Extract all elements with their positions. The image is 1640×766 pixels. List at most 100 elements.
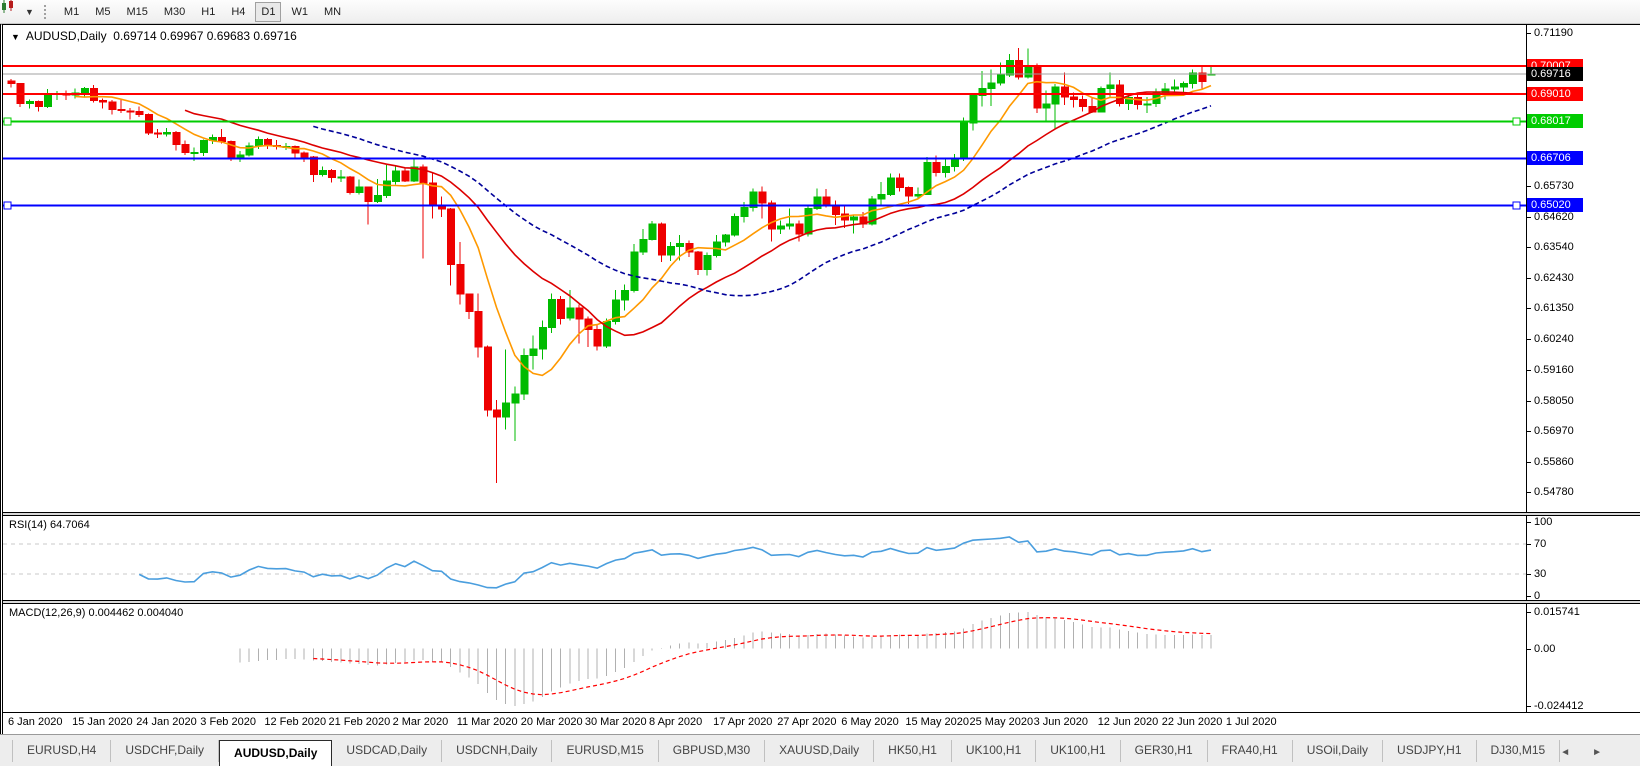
axis-tick-mark [1527,308,1531,310]
axis-tick-mark [1527,522,1531,523]
hline-handle[interactable] [3,201,12,210]
price-pane: ▼ AUDUSD,Daily 0.69714 0.69967 0.69683 0.… [3,25,1640,513]
macd-tick-label: 0.00 [1534,642,1556,655]
rsi-canvas [3,536,1526,589]
rsi-tick-label: 100 [1534,516,1553,528]
chart-tab-usdcad-daily[interactable]: USDCAD,Daily [332,740,443,762]
price-tick-label: 0.59160 [1534,363,1574,376]
axis-tick-mark [1527,596,1531,597]
chart-type-dropdown-icon[interactable]: ▼ [25,7,34,17]
rsi-plot[interactable]: RSI(14) 64.7064 [3,516,1526,600]
chart-tab-ger30-h1[interactable]: GER30,H1 [1121,740,1208,762]
hline-price-label: 0.69010 [1527,86,1583,101]
axis-tick-mark [1527,461,1531,463]
axis-tick-mark [1527,339,1531,341]
date-tick-label: 12 Feb 2020 [264,716,327,728]
chart-tab-uk100-h1[interactable]: UK100,H1 [952,740,1037,762]
chart-tab-audusd-daily[interactable]: AUDUSD,Daily [219,740,333,766]
date-tick-label: 25 May 2020 [969,716,1034,728]
date-tick-label: 21 Feb 2020 [328,716,391,728]
date-axis[interactable]: 6 Jan 2020 15 Jan 2020 24 Jan 2020 3 Feb 20… [3,713,1640,733]
hline-handle[interactable] [1512,201,1521,210]
chart-tab-uk100-h1[interactable]: UK100,H1 [1036,740,1121,762]
price-tick-label: 0.60240 [1534,333,1574,346]
date-tick-label: 24 Jan 2020 [136,716,197,728]
axis-tick-mark [1527,544,1531,546]
chart-tab-eurusd-h4[interactable]: EURUSD,H4 [12,740,112,762]
date-tick-label: 6 May 2020 [841,716,899,728]
toolbar-grip-handle[interactable] [42,3,48,20]
axis-tick-mark [1527,216,1531,218]
macd-canvas [239,612,1212,706]
hline-handle[interactable] [1512,117,1521,126]
chart-type-icon[interactable] [2,0,24,22]
timeframe-button-w1[interactable]: W1 [285,2,314,22]
chart-symbol-label: AUDUSD,Daily [25,29,107,43]
price-tick-label: 0.65730 [1534,179,1574,192]
candles-canvas [3,48,1526,483]
chart-window: ▼ AUDUSD,Daily 0.69714 0.69967 0.69683 0.… [0,24,1640,734]
chart-tab-eurusd-m15[interactable]: EURUSD,M15 [552,740,659,762]
chart-tab-usdchf-daily[interactable]: USDCHF,Daily [111,740,220,762]
chart-menu-icon[interactable]: ▼ [11,32,20,42]
timeframe-button-d1[interactable]: D1 [255,1,282,22]
rsi-pane: RSI(14) 64.7064 100 70 30 0 [3,515,1640,602]
chart-tab-usoil-daily[interactable]: USOil,Daily [1293,740,1384,762]
chart-tab-gbpusd-m30[interactable]: GBPUSD,M30 [659,740,766,762]
timeframe-button-m5[interactable]: M5 [89,2,116,22]
chart-tab-dj30-m15[interactable]: DJ30,M15 [1477,740,1561,762]
axis-tick-mark [1527,648,1531,650]
rsi-label: RSI(14) 64.7064 [9,519,90,531]
hline-price-label: 0.68017 [1527,114,1583,129]
chart-tabs: EURUSD,H4 USDCHF,Daily AUDUSD,Daily USDCAD,… [12,740,1561,766]
timeframe-button-m15[interactable]: M15 [120,2,153,22]
axis-tick-mark [1527,492,1531,493]
macd-tick-label: -0.024412 [1534,700,1584,712]
date-tick-label: 6 Jan 2020 [8,716,63,728]
timeframe-button-h1[interactable]: H1 [195,2,221,22]
axis-tick-mark [1527,185,1531,187]
macd-pane: MACD(12,26,9) 0.004462 0.004040 0.015741… [3,603,1640,713]
chart-tab-hk50-h1[interactable]: HK50,H1 [874,740,952,762]
price-tick-label: 0.71190 [1534,27,1573,39]
tab-scroll-left-icon[interactable]: ◄ [1560,748,1570,758]
chart-title: ▼ AUDUSD,Daily 0.69714 0.69967 0.69683 0.… [11,29,297,43]
date-tick-label: 27 Apr 2020 [777,716,837,728]
date-tick-label: 11 Mar 2020 [456,716,518,728]
timeframe-button-m1[interactable]: M1 [58,2,85,22]
timeframe-button-h4[interactable]: H4 [225,2,251,22]
date-tick-label: 12 Jun 2020 [1097,716,1159,728]
chart-tab-usdcnh-daily[interactable]: USDCNH,Daily [442,740,553,762]
date-tick-label: 8 Apr 2020 [649,716,703,728]
macd-label: MACD(12,26,9) 0.004462 0.004040 [9,607,184,619]
timeframe-button-mn[interactable]: MN [318,2,347,22]
axis-tick-mark [1527,278,1531,279]
chart-tab-xauusd-daily[interactable]: XAUUSD,Daily [765,740,875,762]
timeframe-button-m30[interactable]: M30 [158,2,191,22]
rsi-axis[interactable]: 100 70 30 0 [1526,516,1640,602]
chart-tab-usdjpy-h1[interactable]: USDJPY,H1 [1383,740,1477,762]
axis-tick-mark [1527,612,1531,613]
chart-tab-fra40-h1[interactable]: FRA40,H1 [1208,740,1293,762]
macd-axis[interactable]: 0.015741 0.00 -0.024412 [1526,604,1640,712]
price-chart-plot[interactable]: ▼ AUDUSD,Daily 0.69714 0.69967 0.69683 0.… [3,25,1526,512]
axis-tick-mark [1527,369,1531,371]
date-tick-label: 15 May 2020 [905,716,969,728]
hline-handle[interactable] [3,117,12,126]
price-axis[interactable]: 0.711900.679200.657300.646200.635400.624… [1526,25,1640,512]
price-tick-label: 0.62430 [1534,272,1574,284]
macd-plot[interactable]: MACD(12,26,9) 0.004462 0.004040 [3,604,1526,712]
tab-scroll-right-icon[interactable]: ► [1592,748,1602,758]
date-tick-label: 17 Apr 2020 [713,716,773,728]
rsi-tick-label: 0 [1534,590,1541,602]
candlestick-glyph [2,0,13,13]
date-tick-label: 30 Mar 2020 [584,716,647,728]
macd-signal-line [313,617,1212,696]
price-tick-label: 0.61350 [1534,302,1574,315]
date-tick-label: 2 Mar 2020 [392,716,449,728]
axis-tick-mark [1527,247,1531,248]
axis-tick-mark [1527,706,1531,707]
axis-tick-mark [1527,430,1531,432]
axis-tick-mark [1527,33,1531,34]
price-tick-label: 0.64620 [1534,210,1574,223]
